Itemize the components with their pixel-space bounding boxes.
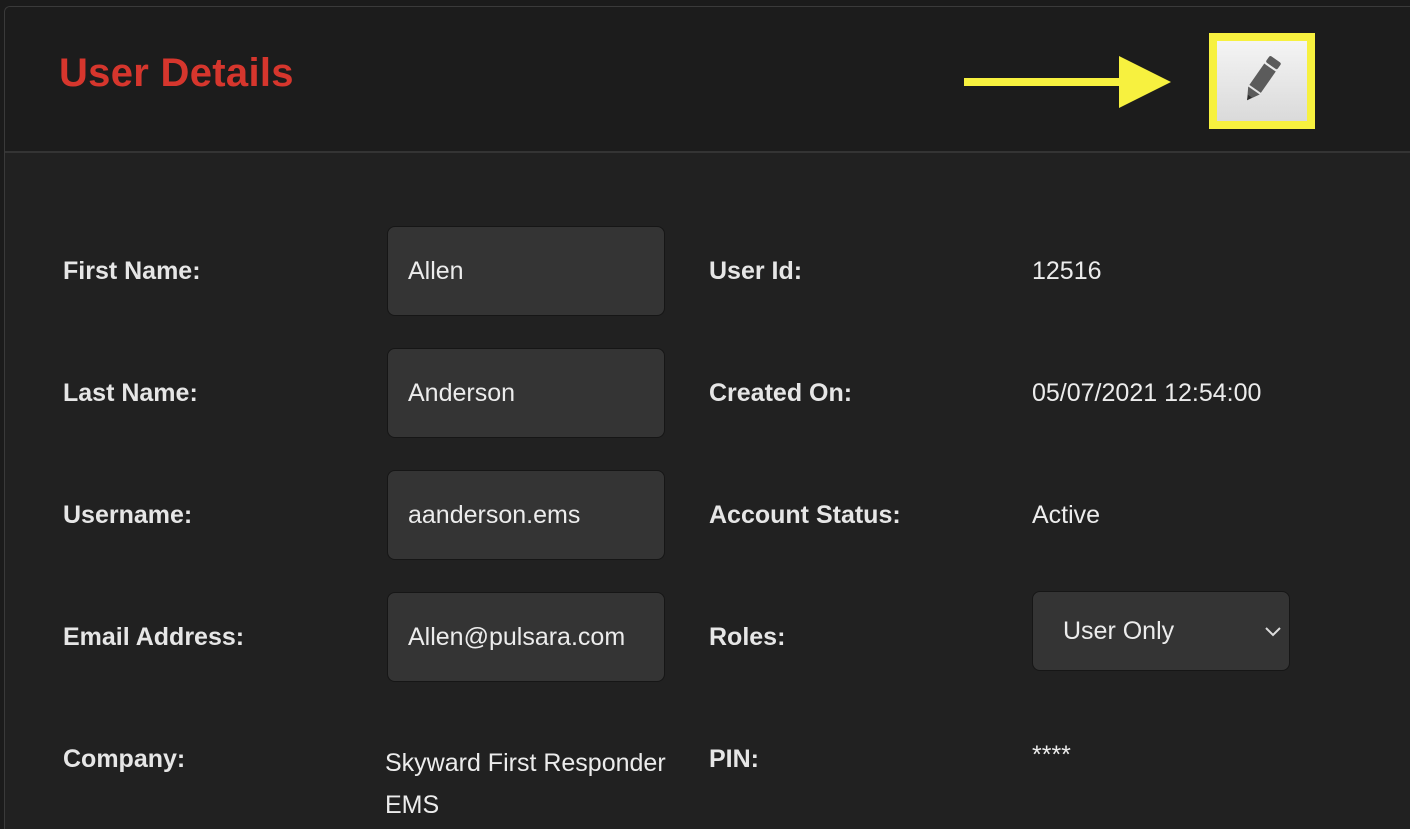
page-title: User Details: [59, 51, 294, 95]
company-value: Skyward First Responder EMS: [385, 749, 666, 819]
edit-button[interactable]: [1217, 41, 1307, 121]
first-name-field[interactable]: [387, 226, 665, 316]
user-id-label: User Id:: [709, 257, 803, 285]
account-status-label: Account Status:: [709, 501, 901, 529]
pin-value: ****: [1032, 741, 1071, 769]
company-label: Company:: [63, 745, 186, 773]
pin-label: PIN:: [709, 745, 759, 773]
username-label: Username:: [63, 501, 193, 529]
annotation-arrow: [964, 78, 1132, 86]
last-name-field[interactable]: [387, 348, 665, 438]
user-details-modal: User Details First Name: Last Name: User…: [4, 6, 1410, 829]
created-on-label: Created On:: [709, 379, 853, 407]
last-name-label: Last Name:: [63, 379, 198, 407]
modal-header: User Details: [5, 7, 1410, 153]
pencil-icon: [1240, 51, 1284, 112]
first-name-label: First Name:: [63, 257, 201, 285]
created-on-value: 05/07/2021 12:54:00: [1032, 379, 1262, 407]
roles-select[interactable]: User Only: [1032, 591, 1290, 671]
email-label: Email Address:: [63, 623, 245, 651]
roles-selected-value: User Only: [1063, 617, 1175, 645]
username-field[interactable]: [387, 470, 665, 560]
user-id-value: 12516: [1032, 257, 1102, 285]
annotation-arrow-head: [1119, 56, 1171, 108]
account-status-value: Active: [1032, 501, 1101, 529]
roles-label: Roles:: [709, 623, 786, 651]
email-field[interactable]: [387, 592, 665, 682]
chevron-down-icon: [1265, 624, 1281, 642]
